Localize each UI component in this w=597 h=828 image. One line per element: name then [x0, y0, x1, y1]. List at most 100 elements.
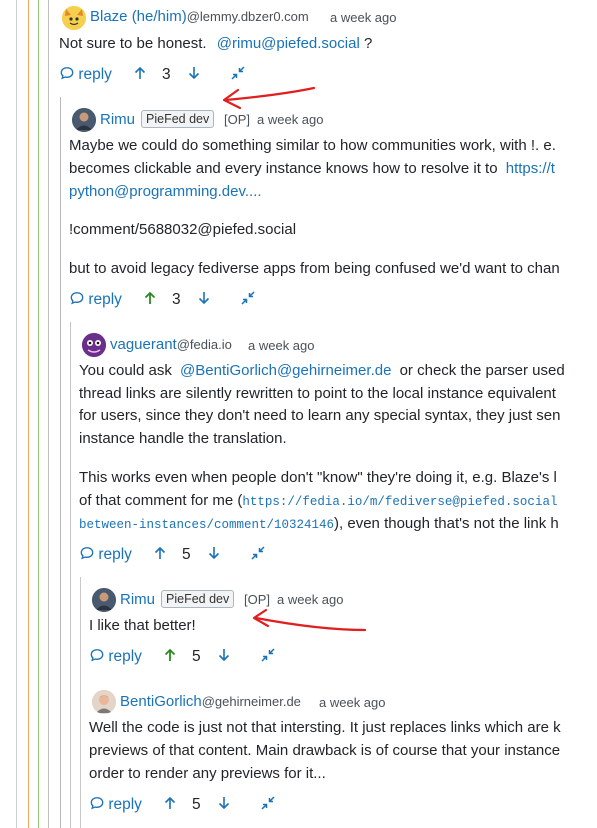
reply-button[interactable]: reply — [90, 648, 142, 666]
collapse-button[interactable] — [261, 796, 275, 815]
timestamp[interactable]: a week ago — [330, 10, 397, 25]
comment-line: This works even when people don't "know"… — [79, 469, 557, 486]
comment-line: I like that better! — [89, 617, 196, 634]
arrow-down-icon — [188, 67, 200, 80]
comment-line: for users, since they don't need to lear… — [79, 407, 561, 424]
avatar[interactable] — [92, 690, 116, 714]
downvote-button[interactable] — [218, 648, 230, 667]
comment-actions: reply 5 — [90, 796, 290, 818]
downvote-button[interactable] — [208, 546, 220, 565]
reply-button[interactable]: reply — [90, 796, 142, 814]
avatar[interactable] — [82, 333, 106, 357]
timestamp[interactable]: a week ago — [277, 592, 344, 607]
avatar[interactable] — [92, 588, 116, 612]
speech-bubble-icon — [80, 547, 94, 560]
collapse-button[interactable] — [241, 291, 255, 310]
vote-score: 3 — [172, 291, 181, 308]
code-link[interactable]: https://fedia.io/m/fediverse@piefed.soci… — [242, 495, 557, 509]
arrow-down-icon — [208, 547, 220, 560]
upvote-button[interactable] — [144, 291, 156, 310]
op-tag: [OP] — [244, 592, 271, 607]
arrow-down-icon — [218, 797, 230, 810]
timestamp[interactable]: a week ago — [248, 338, 315, 353]
vote-score: 5 — [182, 546, 191, 563]
comment-line: between-instances/comment/10324146), eve… — [79, 515, 559, 532]
comment-line: !comment/5688032@piefed.social — [69, 221, 297, 238]
fox-avatar-icon — [62, 6, 86, 30]
collapse-arrows-icon — [241, 291, 255, 305]
comment-line: Maybe we could do something similar to h… — [69, 137, 556, 154]
author-name[interactable]: Rimu — [100, 111, 135, 128]
arrow-up-icon — [164, 648, 176, 661]
reply-button[interactable]: reply — [80, 546, 132, 564]
collapse-button[interactable] — [231, 66, 245, 85]
person-avatar-icon — [92, 690, 116, 714]
timestamp[interactable]: a week ago — [319, 695, 386, 710]
comment-actions: reply 3 — [70, 291, 270, 313]
person-avatar-icon — [72, 108, 96, 132]
upvote-button[interactable] — [164, 648, 176, 667]
comment-line: but to avoid legacy fediverse apps from … — [69, 260, 560, 277]
comment-line: Well the code is just not that interstin… — [89, 719, 561, 736]
collapse-arrows-icon — [251, 546, 265, 560]
author-instance: @gehirneimer.de — [201, 694, 301, 709]
reply-button[interactable]: reply — [70, 291, 122, 309]
speech-bubble-icon — [90, 797, 104, 810]
creature-avatar-icon — [82, 333, 106, 357]
vote-score: 3 — [162, 66, 171, 83]
arrow-down-icon — [198, 292, 210, 305]
author-name[interactable]: Blaze (he/him)@lemmy.dbzer0.com — [90, 8, 309, 25]
role-badge: PieFed dev — [161, 590, 235, 608]
speech-bubble-icon — [70, 292, 84, 305]
comment-body: Not sure to be honest. @rimu@piefed.soci… — [59, 35, 373, 52]
comment-line: of that comment for me (https://fedia.io… — [79, 492, 558, 509]
downvote-button[interactable] — [188, 66, 200, 85]
comment-actions: reply 5 — [80, 546, 280, 568]
comment-line: previews of that content. Main drawback … — [89, 742, 561, 759]
collapse-arrows-icon — [261, 648, 275, 662]
comment-line: order to render any previews for it... — [89, 765, 326, 782]
collapse-button[interactable] — [261, 648, 275, 667]
vote-score: 5 — [192, 796, 201, 813]
author-name[interactable]: vaguerant@fedia.io — [110, 336, 232, 353]
upvote-button[interactable] — [134, 66, 146, 85]
author-name[interactable]: BentiGorlich@gehirneimer.de — [120, 693, 301, 710]
code-link[interactable]: between-instances/comment/10324146 — [79, 518, 334, 532]
person-avatar-icon — [92, 588, 116, 612]
comment-line: becomes clickable and every instance kno… — [69, 160, 555, 177]
red-arrow-annotation — [252, 608, 367, 632]
comment-actions: reply 5 — [90, 648, 290, 670]
thread-line — [80, 577, 81, 828]
arrow-up-icon — [144, 291, 156, 304]
comment-actions: reply 3 — [60, 66, 260, 88]
resolved-link[interactable]: https://t — [506, 160, 555, 177]
arrow-up-icon — [134, 66, 146, 79]
thread-line — [38, 0, 39, 828]
upvote-button[interactable] — [154, 546, 166, 565]
upvote-button[interactable] — [164, 796, 176, 815]
speech-bubble-icon — [90, 649, 104, 662]
mention-link[interactable]: @BentiGorlich@gehirneimer.de — [180, 362, 391, 379]
thread-line — [28, 0, 29, 828]
author-name[interactable]: Rimu — [120, 591, 155, 608]
timestamp[interactable]: a week ago — [257, 112, 324, 127]
avatar[interactable] — [62, 6, 86, 30]
collapse-arrows-icon — [231, 66, 245, 80]
downvote-button[interactable] — [198, 291, 210, 310]
thread-line — [70, 322, 71, 828]
author-instance: @lemmy.dbzer0.com — [186, 9, 309, 24]
thread-line — [16, 0, 17, 828]
collapse-arrows-icon — [261, 796, 275, 810]
op-tag: [OP] — [224, 112, 251, 127]
mention-link[interactable]: @rimu@piefed.social — [217, 35, 360, 52]
comment-line: thread links are silently rewritten to p… — [79, 385, 556, 402]
arrow-up-icon — [154, 546, 166, 559]
downvote-button[interactable] — [218, 796, 230, 815]
red-arrow-annotation — [222, 86, 316, 110]
collapse-button[interactable] — [251, 546, 265, 565]
reply-button[interactable]: reply — [60, 66, 112, 84]
speech-bubble-icon — [60, 67, 74, 80]
comment-line: instance handle the translation. — [79, 430, 287, 447]
resolved-link[interactable]: python@programming.dev.... — [69, 181, 262, 204]
avatar[interactable] — [72, 108, 96, 132]
